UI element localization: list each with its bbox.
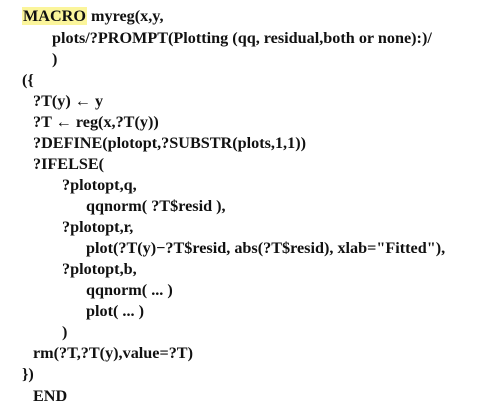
macro-signature: myreg(x,y, <box>86 7 164 25</box>
code-line: rm(?T,?T(y),value=?T) <box>33 344 193 362</box>
macro-keyword: MACRO <box>22 7 87 25</box>
code-line: ?plotopt,r, <box>62 218 134 236</box>
code-line: ) <box>52 50 58 68</box>
code-line: END <box>33 387 68 405</box>
code-line: ({ <box>22 71 34 89</box>
code-line: ?DEFINE(plotopt,?SUBSTR(plots,1,1)) <box>33 134 306 152</box>
code-line-macro: MACRO myreg(x,y, <box>22 6 164 26</box>
code-listing: MACRO myreg(x,y, plots/?PROMPT(Plotting … <box>0 0 498 420</box>
code-line: qqnorm( ?T$resid ), <box>86 197 226 215</box>
code-line: ?T(y) ← y <box>33 92 104 110</box>
code-line: plot( ... ) <box>86 302 144 320</box>
code-line: ?IFELSE( <box>33 155 105 173</box>
code-line: plots/?PROMPT(Plotting (qq, residual,bot… <box>52 29 432 47</box>
code-line: plot(?T(y)−?T$resid, abs(?T$resid), xlab… <box>86 239 446 257</box>
code-line: ) <box>62 323 68 341</box>
code-line: ?plotopt,b, <box>62 260 137 278</box>
code-line: ?plotopt,q, <box>62 176 137 194</box>
code-line: }) <box>22 365 34 383</box>
code-line: ?T ← reg(x,?T(y)) <box>33 113 159 131</box>
code-line: qqnorm( ... ) <box>86 281 173 299</box>
